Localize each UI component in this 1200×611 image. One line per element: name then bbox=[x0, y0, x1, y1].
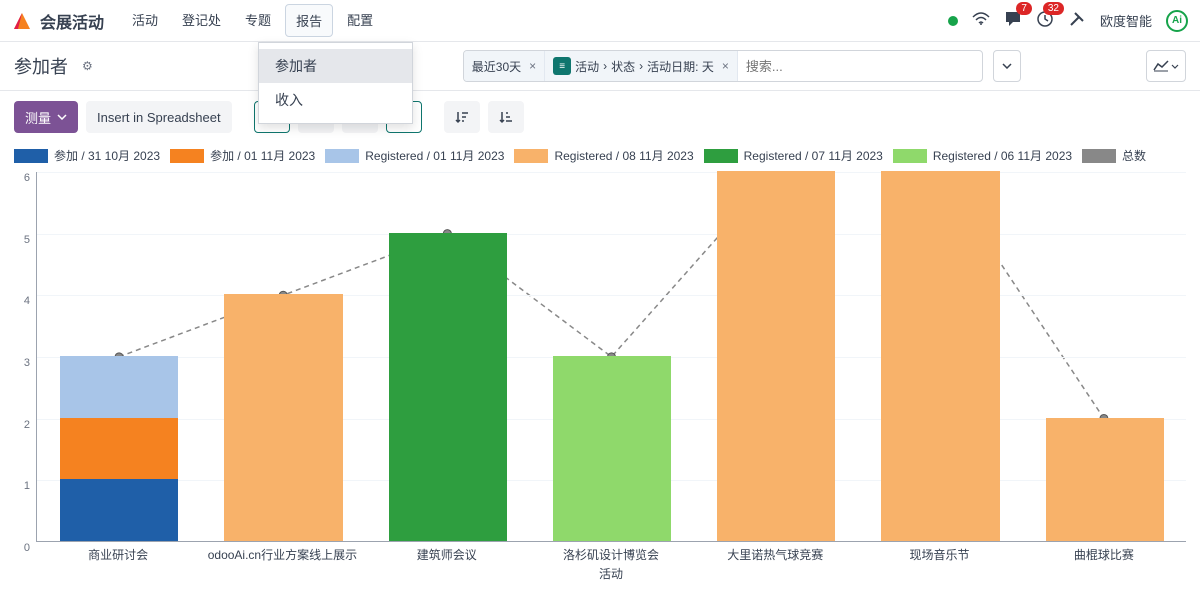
legend-label: Registered / 08 11月 2023 bbox=[554, 147, 693, 164]
bar-segment[interactable] bbox=[553, 356, 671, 541]
top-right: 7 32 欧度智能 Ai bbox=[948, 10, 1188, 32]
status-dot bbox=[948, 16, 958, 26]
filter-chip-date[interactable]: 最近30天 × bbox=[464, 51, 545, 81]
legend-item[interactable]: 参加 / 31 10月 2023 bbox=[14, 147, 160, 164]
bar-segment[interactable] bbox=[389, 233, 507, 541]
legend-item[interactable]: 总数 bbox=[1082, 147, 1146, 164]
sort-desc-icon[interactable] bbox=[444, 101, 480, 133]
legend-swatch bbox=[514, 149, 548, 163]
legend-label: Registered / 07 11月 2023 bbox=[744, 147, 883, 164]
legend-label: Registered / 01 11月 2023 bbox=[365, 147, 504, 164]
filter-chip-group[interactable]: ≡ 活动 › 状态 › 活动日期: 天 × bbox=[545, 51, 738, 81]
chart: 0 1 2 3 4 5 6 活动 商业研讨会 odooAi.cn行业方案线上展示 建筑师会议 洛杉… bbox=[14, 172, 1186, 582]
insert-spreadsheet-button[interactable]: Insert in Spreadsheet bbox=[86, 101, 232, 133]
group-icon: ≡ bbox=[553, 57, 571, 75]
ai-avatar-icon[interactable]: Ai bbox=[1166, 10, 1188, 32]
filter-chip-label: 最近30天 bbox=[472, 58, 521, 75]
x-tick-label: odooAi.cn行业方案线上展示 bbox=[208, 546, 357, 563]
legend-swatch bbox=[14, 149, 48, 163]
bar-segment[interactable] bbox=[224, 294, 342, 541]
x-tick-label: 现场音乐节 bbox=[910, 546, 970, 563]
nav-item[interactable]: 活动 bbox=[122, 4, 168, 37]
page-title: 参加者 bbox=[14, 53, 68, 79]
chat-icon[interactable]: 7 bbox=[1004, 10, 1022, 31]
x-tick-label: 洛杉矶设计博览会 bbox=[563, 546, 659, 563]
bar-group bbox=[1046, 171, 1164, 541]
y-tick: 4 bbox=[24, 295, 30, 307]
legend-swatch bbox=[170, 149, 204, 163]
search-input[interactable] bbox=[738, 59, 982, 74]
legend-label: 总数 bbox=[1122, 147, 1146, 164]
clock-icon[interactable]: 32 bbox=[1036, 10, 1054, 31]
filter-part: 状态 bbox=[611, 58, 635, 75]
x-tick-label: 建筑师会议 bbox=[417, 546, 477, 563]
y-tick: 0 bbox=[24, 542, 30, 554]
report-dropdown: 参加者收入 bbox=[258, 42, 413, 124]
filter-part: 活动 bbox=[575, 58, 599, 75]
dropdown-item[interactable]: 收入 bbox=[259, 83, 412, 117]
close-icon[interactable]: × bbox=[722, 59, 729, 73]
bar-group bbox=[717, 171, 835, 541]
bar-segment[interactable] bbox=[717, 171, 835, 541]
nav-item[interactable]: 登记处 bbox=[172, 4, 231, 37]
y-tick: 1 bbox=[24, 480, 30, 492]
legend-item[interactable]: Registered / 08 11月 2023 bbox=[514, 147, 693, 164]
nav-item[interactable]: 配置 bbox=[337, 4, 383, 37]
legend-item[interactable]: Registered / 06 11月 2023 bbox=[893, 147, 1072, 164]
legend-swatch bbox=[893, 149, 927, 163]
legend-item[interactable]: 参加 / 01 11月 2023 bbox=[170, 147, 315, 164]
x-tick-label: 大里诺热气球竞赛 bbox=[727, 546, 823, 563]
y-tick: 5 bbox=[24, 234, 30, 246]
bar-segment[interactable] bbox=[60, 356, 178, 418]
bar-group bbox=[553, 171, 671, 541]
search-options-button[interactable] bbox=[993, 50, 1021, 82]
x-axis-title: 活动 bbox=[599, 565, 623, 582]
legend-item[interactable]: Registered / 07 11月 2023 bbox=[704, 147, 883, 164]
legend-swatch bbox=[1082, 149, 1116, 163]
dropdown-item[interactable]: 参加者 bbox=[259, 49, 412, 83]
search-area: 最近30天 × ≡ 活动 › 状态 › 活动日期: 天 × bbox=[463, 50, 983, 82]
legend-label: 参加 / 01 11月 2023 bbox=[210, 147, 315, 164]
chart-type-button[interactable] bbox=[1146, 50, 1186, 82]
legend-swatch bbox=[704, 149, 738, 163]
legend: 参加 / 31 10月 2023 参加 / 01 11月 2023 Register… bbox=[0, 143, 1200, 172]
tools-icon[interactable] bbox=[1068, 10, 1086, 31]
y-tick: 3 bbox=[24, 357, 30, 369]
wifi-icon[interactable] bbox=[972, 12, 990, 29]
bar-segment[interactable] bbox=[1046, 418, 1164, 541]
bar-group bbox=[224, 171, 342, 541]
legend-label: Registered / 06 11月 2023 bbox=[933, 147, 1072, 164]
nav-item[interactable]: 专题 bbox=[235, 4, 281, 37]
gear-icon[interactable]: ⚙ bbox=[82, 59, 93, 73]
bar-segment[interactable] bbox=[881, 171, 999, 541]
toolbar: 测量 Insert in Spreadsheet bbox=[0, 91, 1200, 143]
y-tick: 2 bbox=[24, 419, 30, 431]
y-axis: 0123456 bbox=[14, 172, 34, 542]
sort-asc-icon[interactable] bbox=[488, 101, 524, 133]
app-logo bbox=[12, 10, 34, 32]
legend-item[interactable]: Registered / 01 11月 2023 bbox=[325, 147, 504, 164]
x-tick-label: 商业研讨会 bbox=[88, 546, 148, 563]
plot-area bbox=[36, 172, 1186, 542]
legend-swatch bbox=[325, 149, 359, 163]
bar-segment[interactable] bbox=[60, 418, 178, 480]
y-tick: 6 bbox=[24, 172, 30, 184]
sub-bar: 参加者 ⚙ 最近30天 × ≡ 活动 › 状态 › 活动日期: 天 × bbox=[0, 42, 1200, 91]
nav-item[interactable]: 报告 bbox=[285, 4, 333, 37]
chat-badge: 7 bbox=[1016, 2, 1032, 15]
clock-badge: 32 bbox=[1043, 2, 1064, 15]
filter-part: 活动日期: 天 bbox=[647, 58, 714, 75]
app-title: 会展活动 bbox=[40, 9, 104, 33]
close-icon[interactable]: × bbox=[529, 59, 536, 73]
bar-group bbox=[60, 171, 178, 541]
x-axis: 活动 商业研讨会 odooAi.cn行业方案线上展示 建筑师会议 洛杉矶设计博览会 大里… bbox=[36, 542, 1186, 582]
top-nav: 会展活动 活动登记处专题报告配置 7 32 欧度智能 Ai bbox=[0, 0, 1200, 42]
bar-segment[interactable] bbox=[60, 479, 178, 541]
legend-label: 参加 / 31 10月 2023 bbox=[54, 147, 160, 164]
x-tick-label: 曲棍球比赛 bbox=[1074, 546, 1134, 563]
bar-group bbox=[881, 171, 999, 541]
user-name[interactable]: 欧度智能 bbox=[1100, 11, 1152, 30]
bar-group bbox=[389, 171, 507, 541]
measure-button[interactable]: 测量 bbox=[14, 101, 78, 133]
